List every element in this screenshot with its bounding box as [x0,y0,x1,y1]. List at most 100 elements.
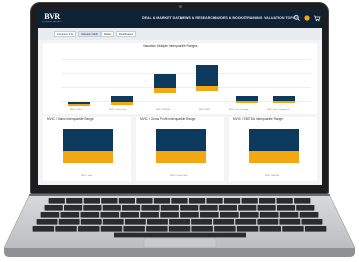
keyboard-key[interactable] [259,212,279,218]
keyboard-key[interactable] [180,205,199,211]
site-logo[interactable]: BVR BUSINESS VALUATION RESOURCES [42,12,62,25]
gross-profit-x-label: MVIC / Gross Profit [170,175,188,177]
keyboard-key[interactable] [191,219,212,225]
keyboard-key[interactable] [80,219,102,225]
keyboard-key[interactable] [101,198,118,204]
keyboard-key[interactable] [44,205,63,211]
keyboard-key[interactable] [100,226,123,232]
keyboard-key[interactable] [102,219,124,225]
keyboard-key[interactable] [146,226,168,232]
nav-guides-books[interactable]: GUIDES & BOOKS [214,15,246,21]
main-chart-title: Valuation Multiple Interquartile Ranges [143,44,198,48]
keyboard-key[interactable] [36,219,58,225]
x-tick-label: MVIC / Disc. Earnings (2) [267,109,290,111]
box-ebit-upper [196,65,218,86]
keyboard-key[interactable] [241,198,258,204]
keyboard-key[interactable] [214,226,236,232]
tab-ratios[interactable]: Ratios [101,31,115,37]
keyboard-key[interactable] [220,212,239,218]
x-tick-label: MVIC / Disc. Earnings [229,109,249,111]
keyboard-key[interactable] [48,198,65,204]
keyboard-key[interactable] [200,212,219,218]
keyboard-key[interactable] [191,226,213,232]
keyboard-key[interactable] [160,205,179,211]
keyboard-key[interactable] [40,212,60,218]
keyboard-key[interactable] [257,205,276,211]
keyboard-key[interactable] [80,212,100,218]
keyboard-key[interactable] [296,205,315,211]
keyboard-key[interactable] [282,226,304,232]
keyboard-key[interactable] [304,226,327,232]
keyboard-key[interactable] [236,226,259,232]
keyboard-key[interactable] [153,198,171,204]
webcam [179,5,182,8]
keyboard-key[interactable] [58,219,80,225]
keyboard-key[interactable] [188,198,206,204]
trackpad[interactable] [143,237,217,248]
keyboard-key[interactable] [239,212,259,218]
keyboard-key[interactable] [136,198,153,204]
keyboard-key[interactable] [259,198,276,204]
keyboard-key[interactable] [66,198,83,204]
keyboard-key[interactable] [206,198,223,204]
keyboard-key[interactable] [259,226,282,232]
tab-distributions[interactable]: Distributions [116,31,137,37]
top-nav-bar: BVR BUSINESS VALUATION RESOURCES DEAL & … [38,9,322,28]
keyboard-key[interactable] [122,205,141,211]
keyboard-key[interactable] [60,212,80,218]
keyboard-key[interactable] [124,219,146,225]
keyboard-key[interactable] [171,198,188,204]
box-ebitda-lower [154,88,176,93]
keyboard-key[interactable] [147,219,168,225]
keyboard-key[interactable] [118,198,135,204]
keyboard-key[interactable] [83,198,100,204]
keyboard-key[interactable] [223,198,241,204]
keyboard-key[interactable] [140,212,159,218]
keyboard-key[interactable] [160,212,179,218]
keyboard-key[interactable] [276,198,293,204]
keyboard-key[interactable] [279,219,301,225]
keyboard-key[interactable] [238,205,257,211]
keyboard-key[interactable] [257,219,279,225]
keyboard-key[interactable] [301,219,323,225]
laptop-base [4,194,355,257]
keyboard-key[interactable] [55,226,77,232]
keyboard-key[interactable] [294,198,311,204]
keyboard-key[interactable] [78,226,100,232]
x-tick-label: MVIC / EBITDA [156,109,170,111]
keyboard-key[interactable] [64,205,83,211]
tab-company-info[interactable]: Company Info [54,31,77,37]
keyboard-key[interactable] [180,212,199,218]
ebitda-range-chart: MVIC / EBITDA Interquartile Range MVIC /… [229,117,317,181]
keyboard-key[interactable] [276,205,296,211]
search-icon[interactable] [293,14,301,22]
spacebar-key[interactable] [114,232,246,238]
tab-valuation-multi[interactable]: Valuation Multi [78,31,101,37]
keyboard-key[interactable] [235,219,257,225]
gross-profit-box-lower [156,151,206,163]
keyboard-key[interactable] [83,205,102,211]
keyboard-key[interactable] [100,212,120,218]
nav-news-research[interactable]: NEWS & RESEARCH [180,15,216,21]
user-icon[interactable] [303,14,311,22]
nav-training[interactable]: TRAINING [245,15,262,21]
report-tabs: Company Info Valuation Multi Ratios Dist… [38,28,322,40]
keyboard-key[interactable] [168,226,191,232]
keyboard-key[interactable] [102,205,121,211]
ebitda-box-lower [249,151,299,163]
box-disc-earnings-lower [236,101,258,103]
keyboard-key[interactable] [218,205,237,211]
keyboard-key[interactable] [32,226,55,232]
keyboard-key[interactable] [279,212,299,218]
sales-chart-title: MVIC / Sales Interquartile Range [47,117,94,121]
keyboard-key[interactable] [120,212,139,218]
gridline [61,59,311,60]
keyboard-key[interactable] [141,205,160,211]
keyboard-key[interactable] [299,212,319,218]
cart-icon[interactable] [313,14,321,22]
keyboard-key[interactable] [199,205,218,211]
keyboard-key[interactable] [213,219,235,225]
keyboard-key[interactable] [169,219,190,225]
nav-deal-market-data[interactable]: DEAL & MARKET DATA [142,15,182,21]
keyboard-key[interactable] [123,226,145,232]
